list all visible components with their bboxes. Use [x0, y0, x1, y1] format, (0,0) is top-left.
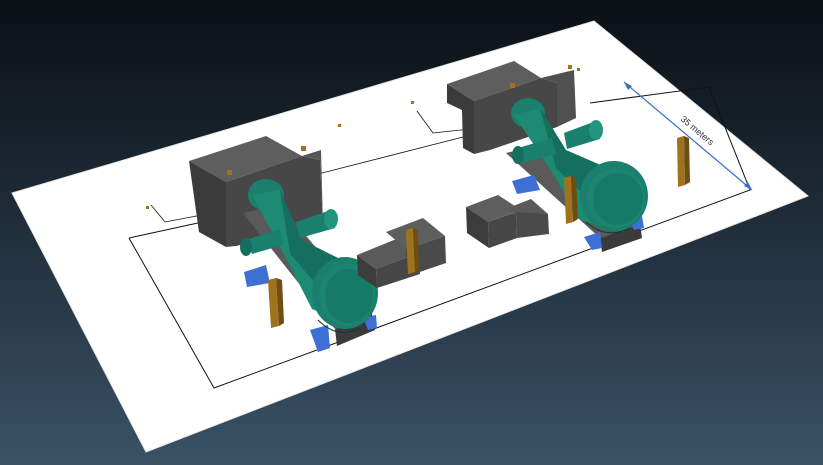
marker-small: [146, 206, 149, 209]
marker-small: [338, 124, 341, 127]
horn-arm-end: [240, 238, 252, 256]
block-step-front: [516, 212, 549, 238]
horn-arm-end: [512, 146, 524, 164]
viewport-3d[interactable]: 35 meters: [0, 0, 823, 465]
site-scene[interactable]: 35 meters: [0, 0, 823, 465]
marker-small: [411, 101, 414, 104]
marker-small: [227, 170, 232, 175]
horn-arm-end: [589, 120, 603, 140]
post-side: [684, 136, 690, 185]
horn-arm-end: [324, 209, 338, 229]
marker-small: [510, 83, 515, 88]
post-front: [677, 136, 685, 187]
marker-small: [577, 68, 580, 71]
horn-front-bell-inner: [593, 173, 643, 225]
marker-small: [301, 146, 306, 151]
marker-small: [568, 65, 572, 69]
